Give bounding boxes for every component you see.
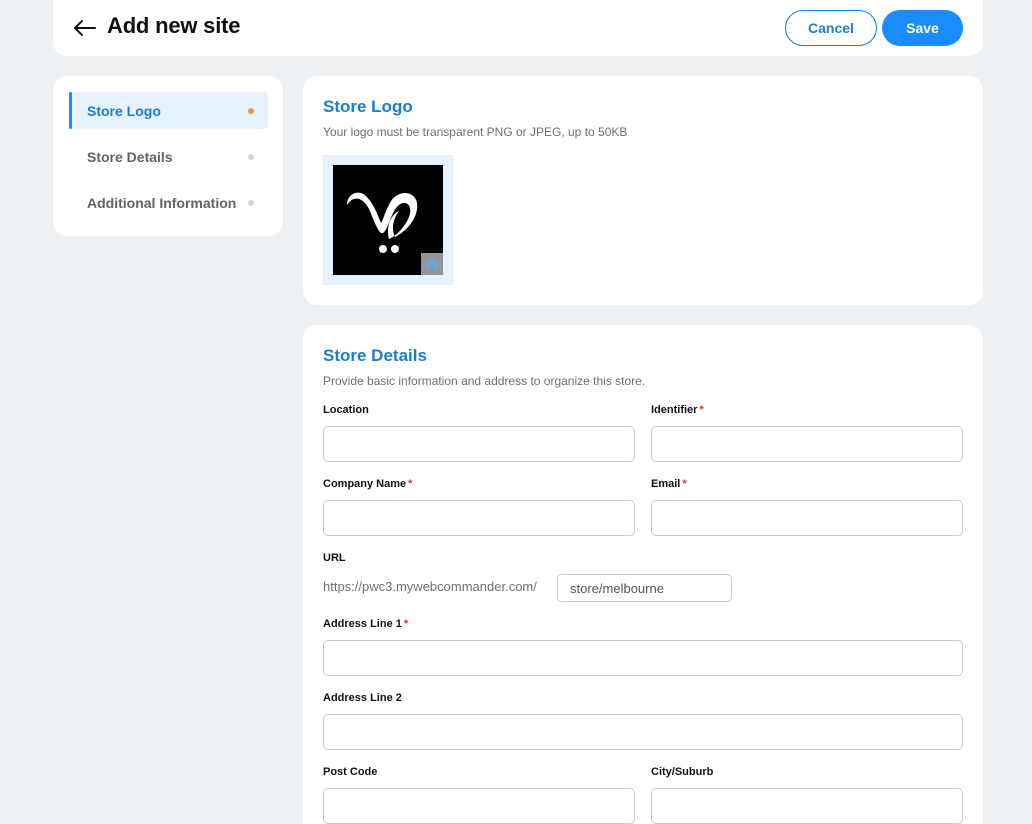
address-line-2-label: Address Line 2 xyxy=(323,692,402,704)
status-dot xyxy=(248,200,254,206)
section-title: Store Details xyxy=(323,346,427,365)
post-code-input[interactable] xyxy=(323,788,635,824)
nav-item-label: Additional Information xyxy=(87,194,237,211)
city-suburb-label: City/Suburb xyxy=(651,766,714,778)
email-label: Email * xyxy=(651,478,687,490)
back-arrow-icon[interactable] xyxy=(73,17,97,39)
email-input[interactable] xyxy=(651,500,963,536)
section-title: Store Logo xyxy=(323,97,413,116)
store-details-card: Store Details Provide basic information … xyxy=(303,325,983,824)
section-nav: Store Logo Store Details Additional Info… xyxy=(53,76,283,236)
section-subtitle: Provide basic information and address to… xyxy=(323,374,646,388)
save-button[interactable]: Save xyxy=(882,10,963,46)
identifier-label: Identifier * xyxy=(651,404,704,416)
post-code-label: Post Code xyxy=(323,766,378,778)
status-dot xyxy=(248,108,254,114)
address-line-2-input[interactable] xyxy=(323,714,963,750)
page-header: Add new site Cancel Save xyxy=(53,0,983,56)
nav-item-store-details[interactable]: Store Details xyxy=(69,138,268,175)
company-name-input[interactable] xyxy=(323,500,635,536)
address-line-1-input[interactable] xyxy=(323,640,963,676)
nav-item-additional-information[interactable]: Additional Information xyxy=(69,184,268,221)
location-label: Location xyxy=(323,404,369,416)
city-suburb-input[interactable] xyxy=(651,788,963,824)
store-logo-card: Store Logo Your logo must be transparent… xyxy=(303,76,983,305)
nav-item-store-logo[interactable]: Store Logo xyxy=(69,92,268,129)
url-label: URL xyxy=(323,552,346,564)
page-title: Add new site xyxy=(107,13,241,38)
required-marker: * xyxy=(682,478,687,490)
nav-item-label: Store Logo xyxy=(87,102,161,119)
company-name-label: Company Name * xyxy=(323,478,413,490)
status-dot xyxy=(248,154,254,160)
required-marker: * xyxy=(403,618,409,630)
section-subtitle: Your logo must be transparent PNG or JPE… xyxy=(323,125,628,139)
url-prefix: https://pwc3.mywebcommander.com/ xyxy=(323,579,537,594)
nav-item-label: Store Details xyxy=(87,148,173,165)
address-line-1-label: Address Line 1 * xyxy=(323,618,409,630)
camera-icon[interactable] xyxy=(421,253,443,275)
required-marker: * xyxy=(699,404,704,416)
url-slug-input[interactable] xyxy=(557,574,732,602)
cancel-button[interactable]: Cancel xyxy=(785,10,877,46)
identifier-input[interactable] xyxy=(651,426,963,462)
required-marker: * xyxy=(408,478,413,490)
logo-upload-area[interactable] xyxy=(323,155,453,285)
location-input[interactable] xyxy=(323,426,635,462)
